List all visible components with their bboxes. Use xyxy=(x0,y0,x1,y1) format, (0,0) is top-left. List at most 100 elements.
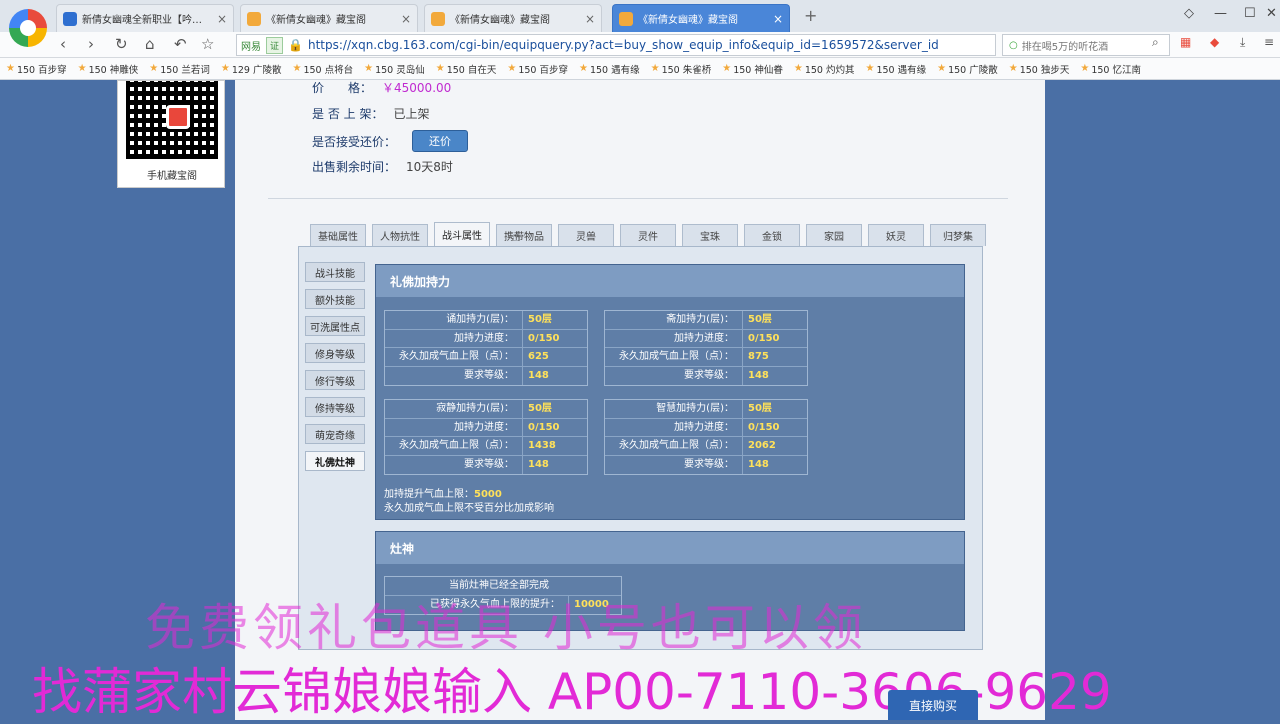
back-icon[interactable]: ‹ xyxy=(60,35,66,53)
browser-tab-2[interactable]: 《新倩女幽魂》藏宝阁 × xyxy=(240,4,418,32)
bookmark-label: 150 自在天 xyxy=(446,64,497,76)
side-nav-item[interactable]: 修行等级 xyxy=(305,370,365,390)
bookmark-item[interactable]: ★ 129 广陵散 xyxy=(221,62,282,76)
property-tab[interactable]: 家园 xyxy=(806,224,862,246)
tab-close-icon[interactable]: × xyxy=(217,12,227,26)
side-nav-item[interactable]: 可洗属性点 xyxy=(305,316,365,336)
skin-icon[interactable]: ◇ xyxy=(1184,6,1194,21)
property-tab[interactable]: 战斗属性 xyxy=(434,222,490,246)
favorite-star-icon[interactable]: ☆ xyxy=(201,35,214,53)
new-tab-button[interactable]: + xyxy=(804,6,817,25)
browser-logo-icon[interactable] xyxy=(9,9,47,47)
side-nav-item[interactable]: 礼佛灶神 xyxy=(305,451,365,471)
bookmark-item[interactable]: ★ 150 独步天 xyxy=(1009,62,1070,76)
blessing-section: 礼佛加持力 xyxy=(375,264,965,520)
property-tab[interactable]: 携带物品 xyxy=(496,224,552,246)
blessing-row-value: 0/150 xyxy=(528,332,560,344)
tab-close-icon[interactable]: × xyxy=(773,12,783,26)
bookmark-item[interactable]: ★ 150 神仙眷 xyxy=(722,62,783,76)
url-text[interactable]: https://xqn.cbg.163.com/cgi-bin/equipque… xyxy=(308,38,939,52)
menu-icon[interactable]: ≡ xyxy=(1264,35,1274,49)
bookmark-star-icon: ★ xyxy=(6,63,15,74)
time-label: 出售剩余时间： xyxy=(312,160,397,174)
blessing-row-value: 148 xyxy=(748,369,769,381)
blessing-row-label: 斋加持力(层)： xyxy=(605,311,743,329)
property-tab[interactable]: 归梦集 xyxy=(930,224,986,246)
side-nav-item[interactable]: 修身等级 xyxy=(305,343,365,363)
browser-tab-3[interactable]: 《新倩女幽魂》藏宝阁 × xyxy=(424,4,602,32)
kitchen-god-title: 灶神 xyxy=(376,532,964,564)
bookmark-item[interactable]: ★ 150 神雕侠 xyxy=(78,62,139,76)
bookmark-item[interactable]: ★ 150 遇有缘 xyxy=(579,62,640,76)
tab-close-icon[interactable]: × xyxy=(585,12,595,26)
blessing-row: 永久加成气血上限（点）： 625 xyxy=(385,348,587,367)
blessing-row-value: 875 xyxy=(748,351,769,362)
bookmark-star-icon: ★ xyxy=(650,63,660,74)
bookmark-item[interactable]: ★ 150 百步穿 xyxy=(6,62,67,76)
counter-label: 是否接受还价： xyxy=(312,134,397,149)
maximize-icon[interactable]: ☐ xyxy=(1244,6,1256,21)
bookmark-item[interactable]: ★ 150 自在天 xyxy=(436,62,497,76)
forward-icon[interactable]: › xyxy=(88,35,94,53)
close-window-icon[interactable]: ✕ xyxy=(1266,6,1277,21)
property-tab[interactable]: 金锁 xyxy=(744,224,800,246)
bookmark-item[interactable]: ★ 150 遇有缘 xyxy=(866,62,927,76)
reload-icon[interactable]: ↻ xyxy=(115,35,128,53)
blessing-table: 智慧加持力(层)： 50层 加持力进度： 0/150 永久加成气血上限（点）： 2062 要… xyxy=(604,399,808,475)
property-tab[interactable]: 妖灵 xyxy=(868,224,924,246)
side-nav-item[interactable]: 额外技能 xyxy=(305,289,365,309)
bookmark-item[interactable]: ★ 150 灵岛仙 xyxy=(364,62,425,76)
search-box[interactable]: ○ 排在喝5万的听花酒 xyxy=(1002,34,1170,56)
download-icon[interactable]: ⤓ xyxy=(1240,35,1245,50)
property-tab[interactable]: 基础属性 xyxy=(310,224,366,246)
bookmark-star-icon: ★ xyxy=(435,63,445,74)
qr-code-image xyxy=(126,81,218,159)
search-engine-icon: ○ xyxy=(1009,39,1018,51)
bookmark-item[interactable]: ★ 150 百步穿 xyxy=(507,62,568,76)
counter-offer-row: 是否接受还价： 还价 xyxy=(312,130,469,152)
undo-icon[interactable]: ↶ xyxy=(174,35,187,53)
blessing-row-label: 要求等级： xyxy=(385,455,523,474)
address-bar[interactable]: 网易 证 🔒 https://xqn.cbg.163.com/cgi-bin/e… xyxy=(236,34,996,56)
bookmark-label: 129 广陵散 xyxy=(231,64,282,76)
blessing-row: 斋加持力(层)： 50层 xyxy=(605,311,807,330)
search-icon[interactable]: ⌕ xyxy=(1152,35,1159,50)
bookmark-star-icon: ★ xyxy=(292,63,302,74)
counter-offer-button[interactable]: 还价 xyxy=(412,130,469,152)
browser-tab-4-active[interactable]: 《新倩女幽魂》藏宝阁 × xyxy=(612,4,790,32)
blessing-row: 要求等级： 148 xyxy=(385,366,587,385)
blessing-row: 加持力进度： 0/150 xyxy=(605,329,807,348)
bookmark-item[interactable]: ★ 150 朱雀桥 xyxy=(651,62,712,76)
bookmark-item[interactable]: ★ 150 点将台 xyxy=(293,62,354,76)
side-nav-item[interactable]: 战斗技能 xyxy=(305,262,365,282)
bookmark-label: 150 兰若词 xyxy=(160,64,210,76)
blessing-row-value: 0/150 xyxy=(748,332,780,344)
property-tab[interactable]: 灵兽 xyxy=(558,224,614,246)
game-favicon-icon xyxy=(619,11,633,26)
property-tab[interactable]: 灵件 xyxy=(620,224,676,246)
blessing-table: 寂静加持力(层)： 50层 加持力进度： 0/150 永久加成气血上限（点）： 1438 要… xyxy=(384,399,588,475)
bookmark-star-icon: ★ xyxy=(364,63,374,74)
blessing-row: 加持力进度： 0/150 xyxy=(385,329,587,348)
blessing-row: 永久加成气血上限（点）： 2062 xyxy=(605,437,807,456)
game-icon[interactable]: ◆ xyxy=(1210,35,1219,49)
buy-now-button[interactable]: 直接购买 xyxy=(888,690,978,720)
blessing-row: 要求等级： 148 xyxy=(385,455,587,474)
home-icon[interactable]: ⌂ xyxy=(145,35,155,53)
side-nav-item[interactable]: 萌宠奇缘 xyxy=(305,424,365,444)
property-tab[interactable]: 宝珠 xyxy=(682,224,738,246)
apps-icon[interactable]: ▦ xyxy=(1180,35,1191,49)
blessing-row-value: 148 xyxy=(748,458,769,470)
browser-tab-1[interactable]: 新倩女幽魂全新职业【吟凋】上 × xyxy=(56,4,234,32)
side-nav-item[interactable]: 修持等级 xyxy=(305,397,365,417)
minimize-icon[interactable]: — xyxy=(1214,6,1227,21)
tab-close-icon[interactable]: × xyxy=(401,12,411,26)
bookmark-item[interactable]: ★ 150 广陵散 xyxy=(937,62,998,76)
mouse-cursor-icon: ☝ xyxy=(512,229,521,245)
bookmark-item[interactable]: ★ 150 兰若词 xyxy=(149,62,210,76)
bookmark-item[interactable]: ★ 150 忆江南 xyxy=(1080,62,1141,76)
property-tab[interactable]: 人物抗性 xyxy=(372,224,428,246)
listed-row: 是 否 上 架： 已上架 xyxy=(312,105,429,122)
bookmark-item[interactable]: ★ 150 灼灼其 xyxy=(794,62,855,76)
bookmark-label: 150 百步穿 xyxy=(518,64,568,76)
